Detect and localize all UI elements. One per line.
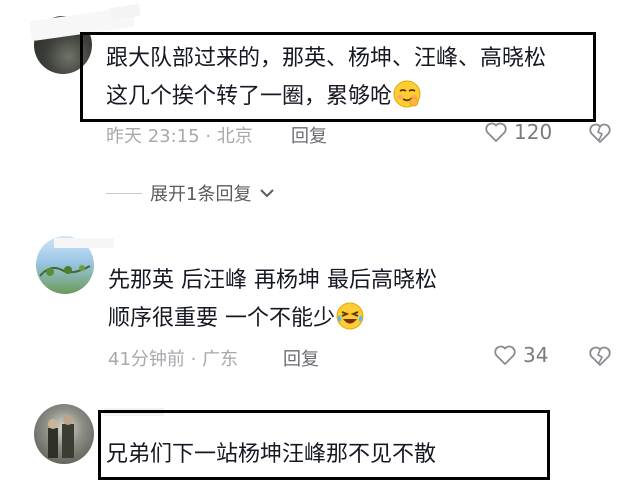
dislike-broken-heart-icon[interactable]: [588, 345, 612, 367]
heart-icon: [484, 121, 508, 143]
laughing-tears-emoji-icon: [336, 302, 364, 330]
people-photo-icon: [48, 415, 74, 458]
comment-time-location: 41分钟前 · 广东: [108, 349, 239, 370]
comment-text: 先那英 后汪峰 再杨坤 最后高晓松 顺序很重要 一个不能少: [108, 262, 437, 338]
like-button[interactable]: 34: [493, 343, 548, 367]
divider-line: [106, 192, 142, 194]
username-redaction: [109, 3, 141, 21]
comment-line: 这几个挨个转了一圈，累够呛: [106, 78, 546, 116]
comment-line: 兄弟们下一站杨坤汪峰那不见不散: [106, 442, 437, 467]
reply-button[interactable]: 回复: [283, 345, 319, 371]
comment-text: 跟大队部过来的，那英、杨坤、汪峰、高晓松 这几个挨个转了一圈，累够呛: [106, 40, 546, 116]
dislike-broken-heart-icon[interactable]: [588, 122, 612, 144]
reply-button[interactable]: 回复: [291, 122, 327, 148]
heart-icon: [493, 344, 517, 366]
like-button[interactable]: 120: [484, 120, 552, 144]
smirk-emoji-icon: [393, 80, 421, 108]
expand-replies-label: 展开1条回复: [150, 184, 252, 205]
comment-line: 跟大队部过来的，那英、杨坤、汪峰、高晓松: [106, 46, 547, 71]
like-count: 34: [523, 343, 549, 367]
comment-line: 先那英 后汪峰 再杨坤 最后高晓松: [108, 268, 437, 293]
comment-line: 顺序很重要 一个不能少: [108, 300, 437, 338]
expand-replies-button[interactable]: 展开1条回复: [106, 180, 275, 206]
avatar[interactable]: [34, 404, 94, 464]
comment-text: 兄弟们下一站杨坤汪峰那不见不散: [106, 436, 436, 474]
like-count: 120: [514, 120, 553, 144]
comment-time-location: 昨天 23:15 · 北京: [106, 126, 253, 147]
chevron-down-icon: [259, 187, 275, 199]
username-redaction: [54, 238, 114, 248]
